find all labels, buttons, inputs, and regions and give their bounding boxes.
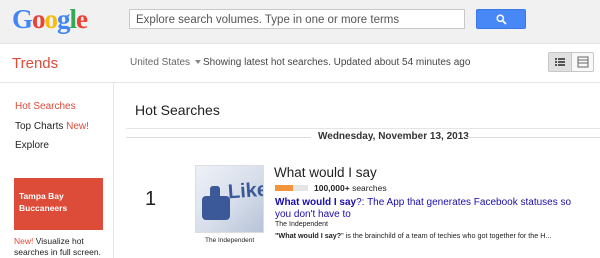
grid-view-button[interactable] (572, 53, 594, 71)
thumbs-up-icon (202, 186, 230, 220)
view-toggle (548, 52, 594, 72)
new-badge: New! (66, 121, 89, 132)
country-label: United States (130, 57, 191, 68)
snippet-text: " is the brainchild of a team of techies… (341, 231, 552, 240)
divider (466, 137, 600, 138)
rank-number: 1 (145, 188, 157, 210)
section-title: Hot Searches (135, 102, 220, 118)
logo-letter: o (44, 4, 58, 34)
thumbnail-caption: The Independent (205, 237, 255, 244)
sidebar-item-hot-searches[interactable]: Hot Searches (15, 101, 76, 112)
article-snippet: "What would I say?" is the brainchild of… (275, 231, 595, 240)
logo-letter: g (57, 4, 70, 34)
list-view-button[interactable] (549, 53, 572, 71)
search-volume-suffix: searches (352, 183, 387, 193)
promo-line: Buccaneers (19, 203, 68, 213)
divider (126, 128, 600, 129)
thumbnail-text: Like (227, 178, 264, 204)
sidebar-item-top-charts[interactable]: Top Charts New! (15, 121, 89, 132)
search-volume: 100,000+ searches (314, 183, 387, 193)
country-select[interactable]: United States (130, 57, 202, 68)
sub-header: Trends United States Showing latest hot … (0, 44, 600, 83)
top-bar: Google Explore search volumes. Type in o… (0, 0, 600, 44)
promo-caption[interactable]: New! Visualize hot searches in full scre… (14, 236, 110, 258)
promo-line: Tampa Bay (19, 191, 64, 201)
divider (126, 137, 311, 138)
promo-tile[interactable]: Tampa Bay Buccaneers (14, 178, 103, 230)
chevron-down-icon (195, 60, 202, 65)
logo-letter: o (32, 4, 45, 34)
logo-letter: G (12, 4, 33, 34)
sidebar-item-label: Top Charts (15, 121, 64, 132)
page-title[interactable]: Trends (12, 55, 58, 72)
article-link[interactable]: What would I say?: The App that generate… (275, 197, 575, 221)
grid-view-icon (577, 56, 589, 68)
date-heading: Wednesday, November 13, 2013 (318, 131, 469, 142)
search-volume-value: 100,000+ (314, 183, 350, 193)
snippet-bold: "What would I say? (275, 231, 342, 240)
search-icon (496, 14, 507, 25)
volume-bar-fill (275, 185, 294, 191)
list-view-icon (555, 58, 565, 66)
search-button[interactable] (476, 9, 526, 29)
hot-search-title[interactable]: What would I say (274, 165, 377, 180)
promo-tile-text: Tampa Bay Buccaneers (19, 190, 67, 214)
sidebar-item-explore[interactable]: Explore (15, 140, 49, 151)
google-logo[interactable]: Google (12, 3, 88, 35)
sidebar: Hot Searches Top Charts New! Explore Tam… (0, 83, 114, 258)
search-input[interactable]: Explore search volumes. Type in one or m… (129, 9, 465, 29)
article-thumbnail[interactable]: Like (195, 165, 264, 233)
volume-bar (275, 185, 308, 191)
article-source: The Independent (275, 221, 328, 228)
logo-letter: e (76, 4, 88, 34)
article-link-bold: What would I say (275, 197, 357, 208)
new-badge: New! (14, 236, 34, 246)
status-text: Showing latest hot searches. Updated abo… (203, 57, 471, 68)
